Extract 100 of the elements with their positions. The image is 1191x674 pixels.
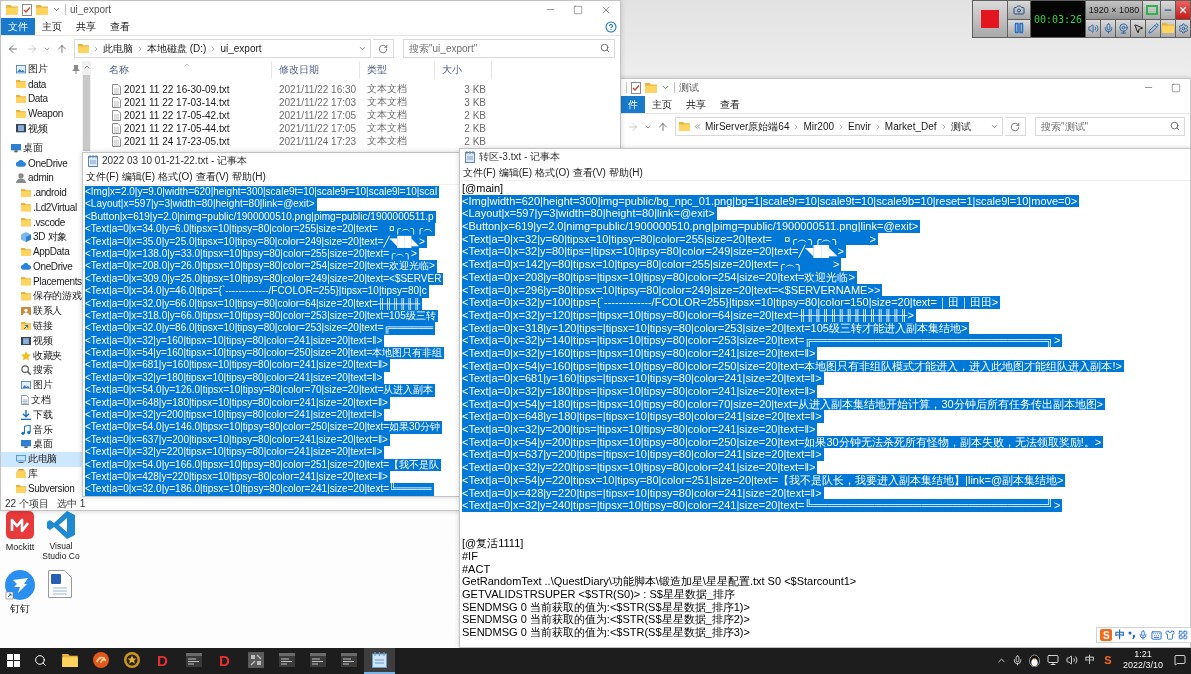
screenshot-button[interactable] [1008,1,1030,19]
refresh-button[interactable] [373,39,394,58]
ribbon-tab[interactable]: 主页 [35,18,69,35]
menu-item[interactable]: 文件(F) [462,165,497,180]
nav-item[interactable]: 视频 [1,333,82,349]
nav-item[interactable]: 3D 对象 [1,229,82,245]
pen-button[interactable] [1146,19,1160,37]
breadcrumb-item[interactable]: Market_Def [884,121,937,132]
nav-item[interactable]: 收藏夹 [1,348,82,363]
nav-item[interactable]: 文档 [1,392,82,408]
ribbon-tab[interactable]: 共享 [69,18,103,35]
nav-item[interactable]: 此电脑 [1,451,82,467]
nav-item[interactable]: 音乐 [1,422,82,437]
caret-down-icon[interactable] [661,83,670,92]
nav-item[interactable]: .vscode [1,214,82,230]
nav-item[interactable]: Data [1,91,82,107]
menu-item[interactable]: 编辑(E) [497,165,534,180]
nav-item[interactable]: 视频 [1,121,82,136]
menu-item[interactable]: 格式(O) [534,165,571,180]
clock[interactable]: 1:21 2022/3/10 [1117,648,1169,674]
caret-down-icon[interactable] [358,44,367,53]
settings-button[interactable] [1176,19,1190,37]
nav-item[interactable]: AppData [1,244,82,260]
nav-item[interactable]: 桌面 [1,436,82,452]
scroll-thumb[interactable] [83,75,90,151]
stop-button[interactable] [973,1,1007,37]
taskbar-app-button[interactable]: D [209,648,240,674]
microphone-button[interactable] [1101,19,1115,37]
menu-item[interactable]: 帮助(H) [607,165,644,180]
taskbar-app-button[interactable]: D [147,648,178,674]
ribbon-tab[interactable]: 件 [621,96,645,113]
minimize-button[interactable] [1161,1,1175,19]
nav-item[interactable]: Placements [1,274,82,289]
nav-item[interactable]: OneDrive [1,259,82,275]
nav-item[interactable]: 桌面 [1,141,82,156]
nav-item[interactable]: 保存的游戏 [1,288,82,304]
menu-item[interactable]: 帮助(H) [230,169,267,184]
checklist-icon[interactable] [22,3,32,16]
breadcrumb-item[interactable]: ui_export [220,43,262,54]
desktop-icon-label[interactable]: Mockitt [5,542,35,553]
grid-icon[interactable] [1177,630,1188,640]
pause-button[interactable] [1008,19,1030,37]
nav-item[interactable]: 联系人 [1,303,82,319]
menu-item[interactable]: 格式(O) [157,169,194,184]
ribbon-tab[interactable]: 查看 [103,18,137,35]
desktop-icon-label[interactable]: Visual Studio Co [42,542,80,562]
nav-item[interactable]: Weapon [1,106,82,122]
menu-item[interactable]: 文件(F) [85,169,120,184]
file-name[interactable]: 2021 11 24 17-23-05.txt [124,135,230,147]
ime-mode-button[interactable]: 中 [1115,628,1126,642]
keyboard-icon[interactable] [1151,629,1163,641]
column-header[interactable]: 类型 [360,61,435,79]
ribbon-tab[interactable]: 查看 [713,96,747,113]
breadcrumb-item[interactable]: MirServer原始端64 [705,119,790,134]
nav-item[interactable]: OneDrive [1,155,82,171]
file-name[interactable]: 2021 11 22 16-30-09.txt [124,83,230,95]
nav-item[interactable]: 图片 [1,62,82,77]
nav-item[interactable]: data [1,76,82,92]
ribbon-tab[interactable]: 共享 [679,96,713,113]
microphone-icon[interactable] [1138,630,1149,640]
nav-item[interactable]: .Ld2Virtual [1,200,82,215]
menu-item[interactable]: 编辑(E) [120,169,157,184]
nav-item[interactable]: 库 [1,466,82,482]
shirt-icon[interactable] [1164,630,1175,640]
taskbar-app-button[interactable] [364,648,395,674]
menu-item[interactable]: 查看(V) [194,169,230,184]
punctuation-icon[interactable] [1127,631,1136,639]
ribbon-tab[interactable]: 文件 [1,18,35,35]
ribbon-tab[interactable]: 主页 [645,96,679,113]
scrollbar[interactable] [82,61,91,151]
file-name[interactable]: 2021 11 22 17-05-44.txt [124,122,230,134]
breadcrumb-item[interactable]: 本地磁盘 (D:) [147,41,207,56]
breadcrumb-item[interactable]: Envir [848,121,871,132]
nav-item[interactable]: Subversion [1,481,82,497]
ime-mode-button[interactable]: 中 [1081,648,1099,674]
desktop-icon-label[interactable]: 钉钉 [10,603,30,615]
nav-item[interactable]: 图片 [1,377,82,393]
refresh-button[interactable] [1005,117,1026,136]
search-field[interactable]: 搜索"ui_export" [403,39,615,58]
nav-item[interactable]: 链接 [1,318,82,334]
checklist-icon[interactable] [631,81,641,94]
address-bar[interactable]: MirServer原始端64 Mir200 Envir Market_Def 测试 [675,117,1003,136]
caret-down-icon[interactable] [990,122,999,131]
file-name[interactable]: 2021 11 22 17-05-42.txt [124,109,230,121]
cursor-button[interactable] [1131,19,1145,37]
nav-item[interactable]: .android [1,185,82,201]
breadcrumb-item[interactable]: Mir200 [803,121,835,132]
close-button[interactable] [1176,1,1190,19]
caret-down-icon[interactable] [52,5,61,14]
file-name[interactable]: 2021 11 22 17-03-14.txt [124,96,230,108]
folder-button[interactable] [1161,19,1175,37]
nav-item[interactable]: 搜索 [1,362,82,378]
nav-item[interactable]: admin [1,170,82,186]
ime-logo-button[interactable]: S [1099,648,1117,674]
help-icon[interactable] [605,20,617,33]
column-header[interactable]: 大小 [435,61,492,79]
column-header[interactable]: 修改日期 [272,61,360,79]
webcam-button[interactable] [1116,19,1130,37]
breadcrumb-item[interactable]: 测试 [950,119,971,134]
speaker-button[interactable] [1086,19,1100,37]
